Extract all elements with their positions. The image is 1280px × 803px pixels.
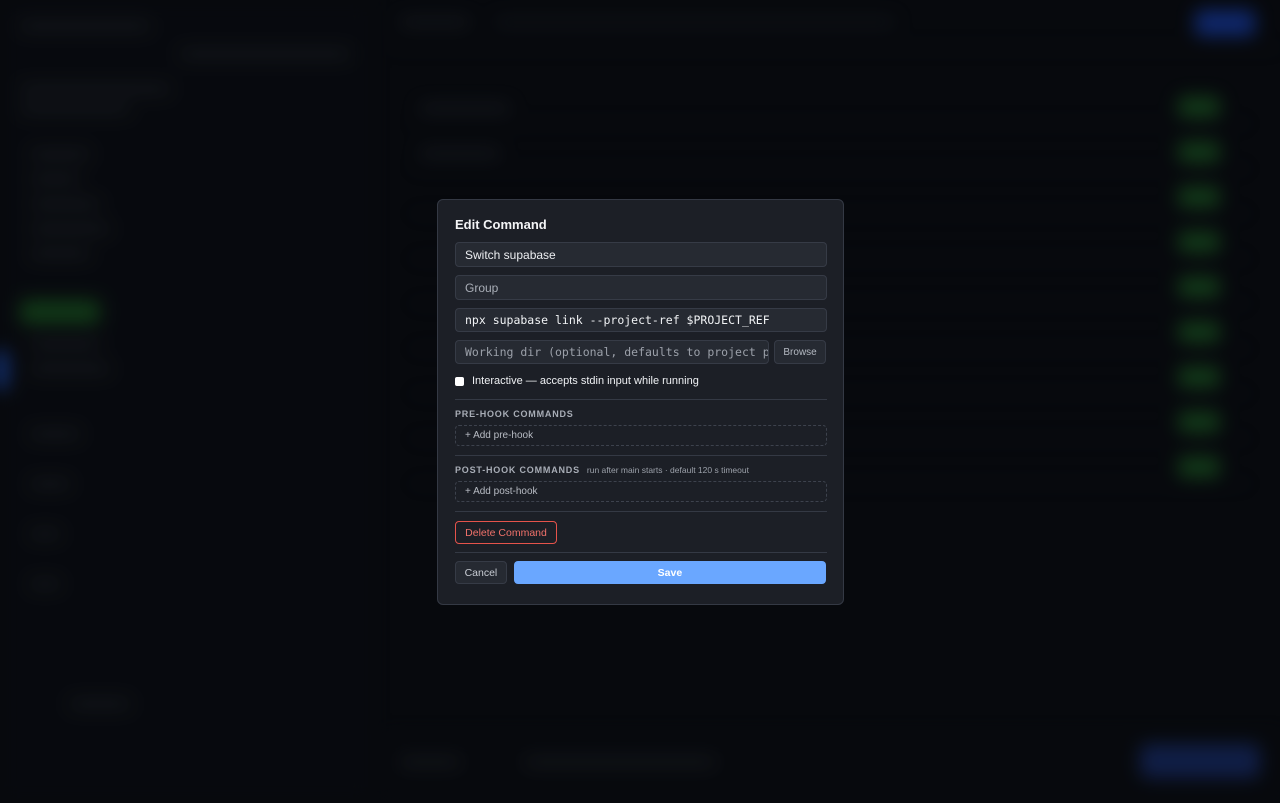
dialog-footer: Cancel Save — [455, 561, 826, 584]
group-input[interactable]: Group — [455, 275, 827, 300]
post-hook-header: POST-HOOK COMMANDS run after main starts… — [455, 465, 826, 477]
add-post-hook-button[interactable]: + Add post-hook — [455, 481, 827, 502]
divider — [455, 399, 827, 400]
pre-hook-header: PRE-HOOK COMMANDS — [455, 409, 826, 421]
command-input[interactable]: npx supabase link --project-ref $PROJECT… — [455, 308, 827, 332]
working-dir-input[interactable]: Working dir (optional, defaults to proje… — [455, 340, 770, 364]
divider — [455, 455, 827, 456]
divider — [455, 511, 827, 512]
add-pre-hook-button[interactable]: + Add pre-hook — [455, 425, 827, 446]
interactive-checkbox[interactable] — [455, 376, 464, 386]
post-hook-note: run after main starts · default 120 s ti… — [586, 465, 749, 475]
pre-hook-title: PRE-HOOK COMMANDS — [455, 409, 574, 419]
post-hook-title: POST-HOOK COMMANDS — [455, 465, 580, 475]
edit-command-dialog: Edit Command Switch supabase Group npx s… — [437, 199, 844, 605]
interactive-option[interactable]: Interactive — accepts stdin input while … — [455, 372, 826, 390]
save-button[interactable]: Save — [513, 561, 826, 584]
interactive-label: Interactive — accepts stdin input while … — [472, 375, 699, 387]
delete-command-button[interactable]: Delete Command — [455, 521, 557, 544]
browse-button[interactable]: Browse — [774, 340, 826, 364]
command-name-input[interactable]: Switch supabase — [455, 242, 827, 267]
cancel-button[interactable]: Cancel — [455, 561, 507, 584]
dialog-title: Edit Command — [455, 217, 547, 232]
working-dir-row: Working dir (optional, defaults to proje… — [455, 340, 826, 364]
divider — [455, 552, 827, 553]
